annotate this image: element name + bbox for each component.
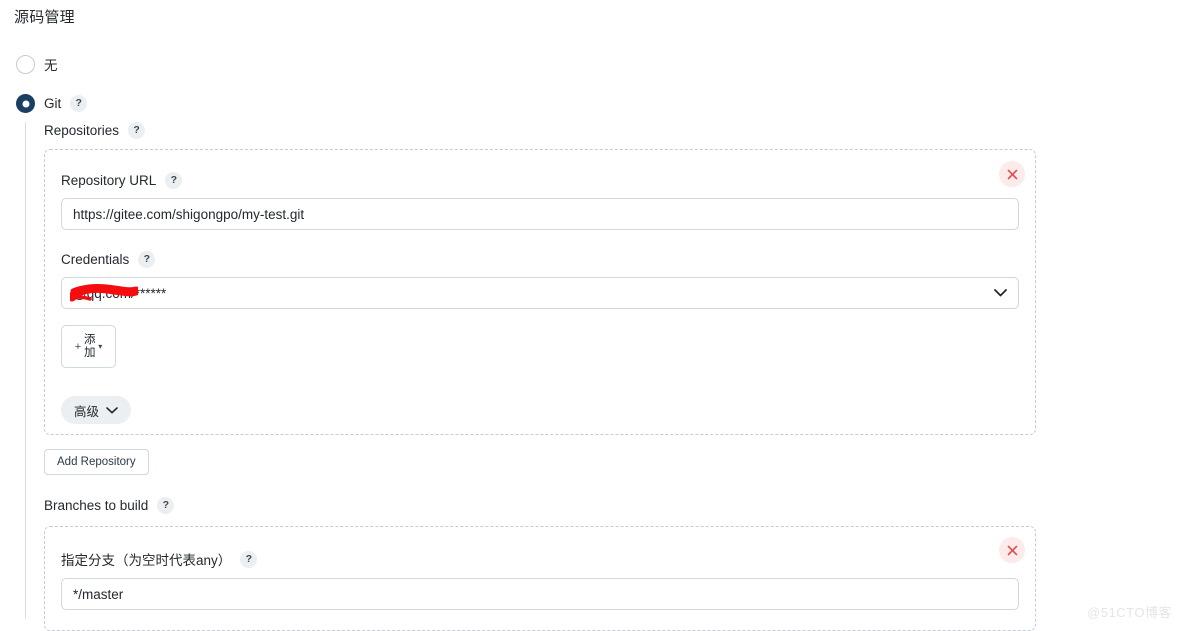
- add-repository-button[interactable]: Add Repository: [44, 449, 149, 475]
- branches-label: Branches to build: [44, 498, 149, 513]
- repositories-label: Repositories: [44, 123, 120, 138]
- help-icon-credentials[interactable]: ?: [138, 251, 156, 268]
- radio-none[interactable]: [16, 54, 35, 74]
- repository-url-label: Repository URL: [61, 173, 157, 188]
- help-icon-repository-url[interactable]: ?: [165, 172, 183, 189]
- help-icon-branch-specifier[interactable]: ?: [240, 550, 258, 568]
- git-section: Repositories ? Repository URL ? Credenti…: [25, 122, 1125, 631]
- credentials-selected-value: @qq.com/******: [73, 285, 167, 301]
- credentials-select-wrap: @qq.com/******: [61, 277, 1019, 309]
- radio-git[interactable]: [16, 94, 35, 113]
- help-icon-git[interactable]: ?: [70, 95, 88, 112]
- scm-option-git-label: Git: [44, 96, 62, 111]
- delete-branch-button[interactable]: [999, 537, 1025, 563]
- repository-url-input[interactable]: [61, 198, 1019, 230]
- branch-group: 指定分支（为空时代表any） ?: [44, 526, 1036, 631]
- repository-url-label-row: Repository URL ?: [61, 172, 1017, 189]
- caret-down-icon-add: ▾: [98, 342, 103, 351]
- add-credentials-label: 添加: [83, 334, 96, 359]
- repositories-label-row: Repositories ?: [44, 122, 1125, 139]
- page-title: 源码管理: [14, 9, 75, 26]
- add-credentials-button[interactable]: + 添加 ▾: [61, 325, 116, 368]
- help-icon-repositories[interactable]: ?: [128, 122, 146, 139]
- watermark: @51CTO博客: [1087, 605, 1172, 620]
- delete-repository-button[interactable]: [999, 161, 1025, 187]
- scm-option-git[interactable]: Git ?: [16, 94, 88, 113]
- plus-icon: +: [74, 340, 82, 353]
- credentials-label: Credentials: [61, 252, 130, 267]
- scm-option-none[interactable]: 无: [16, 54, 58, 74]
- credentials-label-row: Credentials ?: [61, 251, 1017, 268]
- branch-specifier-label: 指定分支（为空时代表any）: [61, 553, 232, 568]
- credentials-select[interactable]: @qq.com/******: [61, 277, 1019, 309]
- close-icon: [1007, 545, 1017, 555]
- repository-group: Repository URL ? Credentials ? @qq.com/*…: [44, 149, 1036, 435]
- close-icon: [1007, 169, 1017, 179]
- advanced-button[interactable]: 高级: [61, 396, 132, 424]
- branches-label-row: Branches to build ?: [44, 497, 1125, 514]
- branch-specifier-label-row: 指定分支（为空时代表any） ?: [61, 549, 1017, 569]
- branch-specifier-input[interactable]: [61, 578, 1019, 610]
- chevron-down-icon-advanced: [106, 406, 118, 413]
- scm-option-none-label: 无: [44, 58, 58, 73]
- help-icon-branches[interactable]: ?: [157, 497, 175, 514]
- advanced-label: 高级: [74, 404, 100, 419]
